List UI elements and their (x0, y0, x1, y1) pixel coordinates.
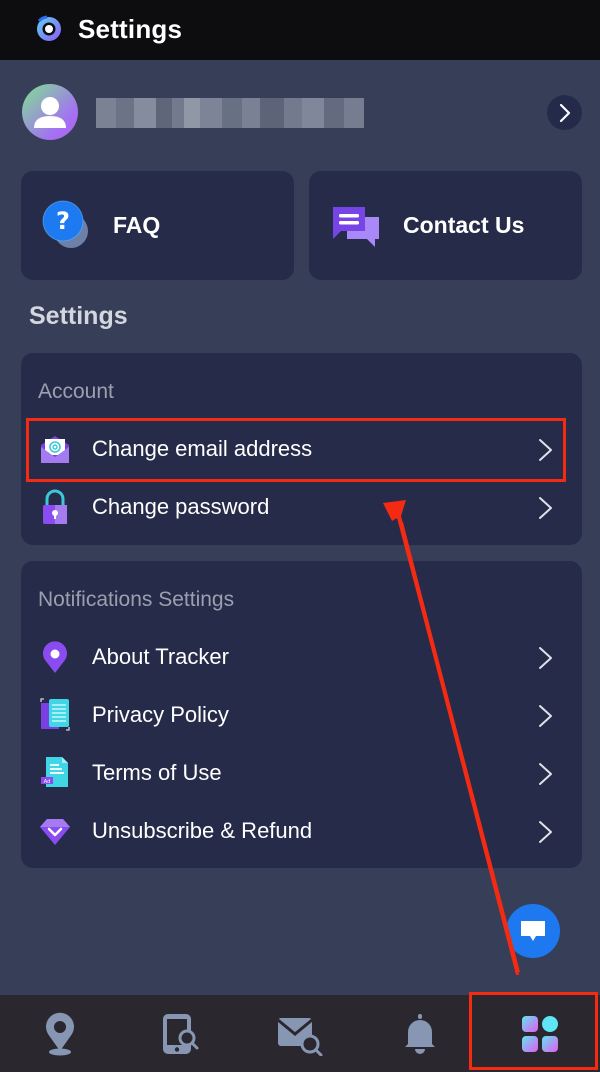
nav-item-phone-search[interactable] (120, 995, 240, 1072)
nav-item-notifications[interactable] (360, 995, 480, 1072)
user-avatar-icon (22, 84, 78, 140)
contact-us-card[interactable]: Contact Us (309, 171, 582, 280)
top-bar: Settings (0, 0, 600, 60)
chevron-right-icon (539, 763, 552, 785)
chevron-right-icon (539, 439, 552, 461)
svg-text:?: ? (56, 207, 70, 235)
bell-icon (405, 1013, 435, 1054)
redacted-username (96, 98, 364, 128)
question-bubble-icon: ? (42, 200, 88, 248)
nav-item-location[interactable] (0, 995, 120, 1072)
padlock-icon (43, 489, 67, 524)
profile-row[interactable] (2, 60, 598, 170)
mail-search-icon (277, 1017, 323, 1056)
svg-text:Ad: Ad (44, 779, 51, 785)
change-password-label: Change password (92, 494, 270, 519)
chat-message-icon (521, 921, 545, 941)
diamond-icon (40, 819, 70, 845)
chat-bubbles-icon (333, 207, 379, 247)
list-item-terms-of-use[interactable]: Ad Terms of Use (21, 745, 582, 801)
list-item-unsubscribe-refund[interactable]: Unsubscribe & Refund (21, 803, 582, 859)
chevron-right-icon (559, 103, 570, 122)
list-item-about-tracker[interactable]: About Tracker (21, 629, 582, 685)
list-item-change-email[interactable]: Change email address (21, 421, 582, 477)
terms-document-icon: Ad (41, 757, 68, 787)
profile-chevron-button[interactable] (547, 95, 582, 130)
apps-grid-icon (522, 1015, 558, 1052)
settings-screen: ? FAQ Contact Us Settings Account Change… (2, 60, 598, 996)
chevron-right-icon (539, 705, 552, 727)
settings-section-title: Settings (29, 302, 128, 330)
notifications-group: Notifications Settings About Tracker Pri… (21, 561, 582, 868)
notifications-group-header: Notifications Settings (38, 588, 235, 611)
list-item-privacy-policy[interactable]: Privacy Policy (21, 687, 582, 743)
unsubscribe-refund-label: Unsubscribe & Refund (92, 818, 313, 843)
chat-fab-button[interactable] (506, 904, 560, 958)
list-item-change-password[interactable]: Change password (21, 479, 582, 535)
nav-item-more-apps[interactable] (480, 995, 600, 1072)
account-group: Account Change email address Change pass… (21, 353, 582, 545)
nav-item-mail-search[interactable] (240, 995, 360, 1072)
document-copy-icon (40, 698, 70, 731)
chevron-right-icon (539, 821, 552, 843)
bottom-nav (0, 995, 600, 1072)
chevron-right-icon (539, 497, 552, 519)
page-title: Settings (78, 14, 183, 44)
chevron-right-icon (539, 647, 552, 669)
faq-label: FAQ (113, 212, 161, 238)
email-envelope-icon (41, 436, 69, 463)
map-pin-icon (46, 1012, 74, 1055)
account-group-header: Account (38, 380, 114, 403)
terms-of-use-label: Terms of Use (92, 760, 222, 785)
about-tracker-label: About Tracker (92, 644, 229, 669)
phone-search-icon (163, 1013, 199, 1054)
privacy-policy-label: Privacy Policy (92, 702, 229, 727)
contact-us-label: Contact Us (403, 212, 525, 238)
app-logo-icon (37, 15, 61, 41)
faq-card[interactable]: ? FAQ (21, 171, 294, 280)
change-email-label: Change email address (92, 436, 313, 461)
location-pin-icon (43, 641, 67, 673)
